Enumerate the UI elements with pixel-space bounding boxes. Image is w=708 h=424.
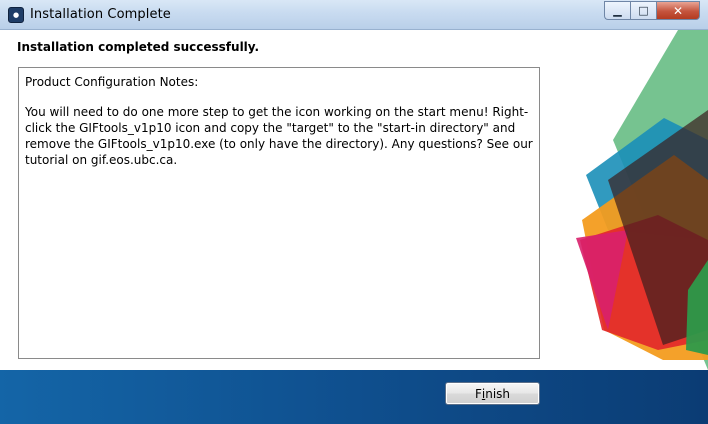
notes-title: Product Configuration Notes: <box>25 75 199 89</box>
finish-label-rest: nish <box>485 386 511 401</box>
configuration-notes-box[interactable]: Product Configuration Notes: You will ne… <box>18 67 540 359</box>
window-title: Installation Complete <box>30 7 171 22</box>
notes-body: You will need to do one more step to get… <box>25 105 533 167</box>
completion-heading: Installation completed successfully. <box>17 40 260 54</box>
minimize-icon: ▁ <box>613 4 622 17</box>
finish-label-prefix: F <box>474 386 482 401</box>
close-icon: ✕ <box>672 3 684 18</box>
decorative-art-graphic <box>576 30 708 370</box>
maximize-icon: □ <box>638 4 649 17</box>
close-button[interactable]: ✕ <box>656 1 700 20</box>
finish-button[interactable]: Fi nish <box>445 382 540 405</box>
minimize-button[interactable]: ▁ <box>604 1 630 20</box>
caption-buttons: ▁ □ ✕ <box>604 1 700 20</box>
footer-bar: Fi nish <box>0 370 708 424</box>
app-icon: ● <box>8 7 24 23</box>
maximize-button[interactable]: □ <box>630 1 656 20</box>
title-bar[interactable]: ● Installation Complete ▁ □ ✕ <box>0 0 708 30</box>
decorative-art <box>568 30 708 370</box>
content-area: Installation completed successfully. Pro… <box>0 30 708 370</box>
installer-window: ● Installation Complete ▁ □ ✕ Installati… <box>0 0 708 424</box>
